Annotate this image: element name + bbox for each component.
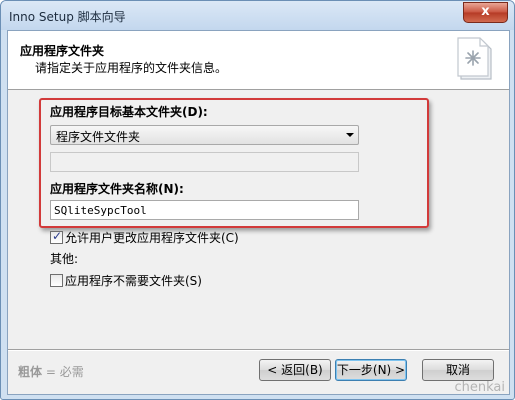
wizard-client-area: 应用程序文件夹 请指定关于应用程序的文件夹信息。 应用程序目标基本文件夹(D):… [7,30,510,395]
page-subtitle: 请指定关于应用程序的文件夹信息。 [35,61,228,75]
highlight-annotation-box [39,98,429,228]
checkmark-icon: ✓ [52,229,63,243]
wizard-window: Inno Setup 脚本向导 x 应用程序文件夹 请指定关于应用程序的文件夹信… [0,0,515,400]
required-legend-text: = 必需 [42,365,84,379]
wizard-page-icon [457,37,492,80]
close-icon: x [481,4,490,19]
page-title: 应用程序文件夹 [20,44,105,58]
allow-change-label[interactable]: 允许用户更改应用程序文件夹(C) [65,229,239,246]
window-title: Inno Setup 脚本向导 [9,10,126,24]
next-button[interactable]: 下一步(N) > [335,359,407,381]
close-button[interactable]: x [463,2,508,23]
footer-divider [8,349,509,351]
wizard-header: 应用程序文件夹 请指定关于应用程序的文件夹信息。 [8,31,509,90]
allow-change-checkbox[interactable]: ✓ [50,229,63,244]
cancel-button[interactable]: 取消 [422,359,494,381]
watermark-text: chenkai [454,380,505,395]
back-button[interactable]: < 返回(B) [259,359,331,381]
required-legend-bold: 粗体 [18,365,43,379]
no-folder-checkbox[interactable] [50,274,63,287]
other-section-label: 其他: [50,252,79,266]
required-legend: 粗体 = 必需 [18,363,84,380]
title-bar[interactable]: Inno Setup 脚本向导 x [1,1,514,30]
no-folder-label[interactable]: 应用程序不需要文件夹(S) [65,272,202,289]
